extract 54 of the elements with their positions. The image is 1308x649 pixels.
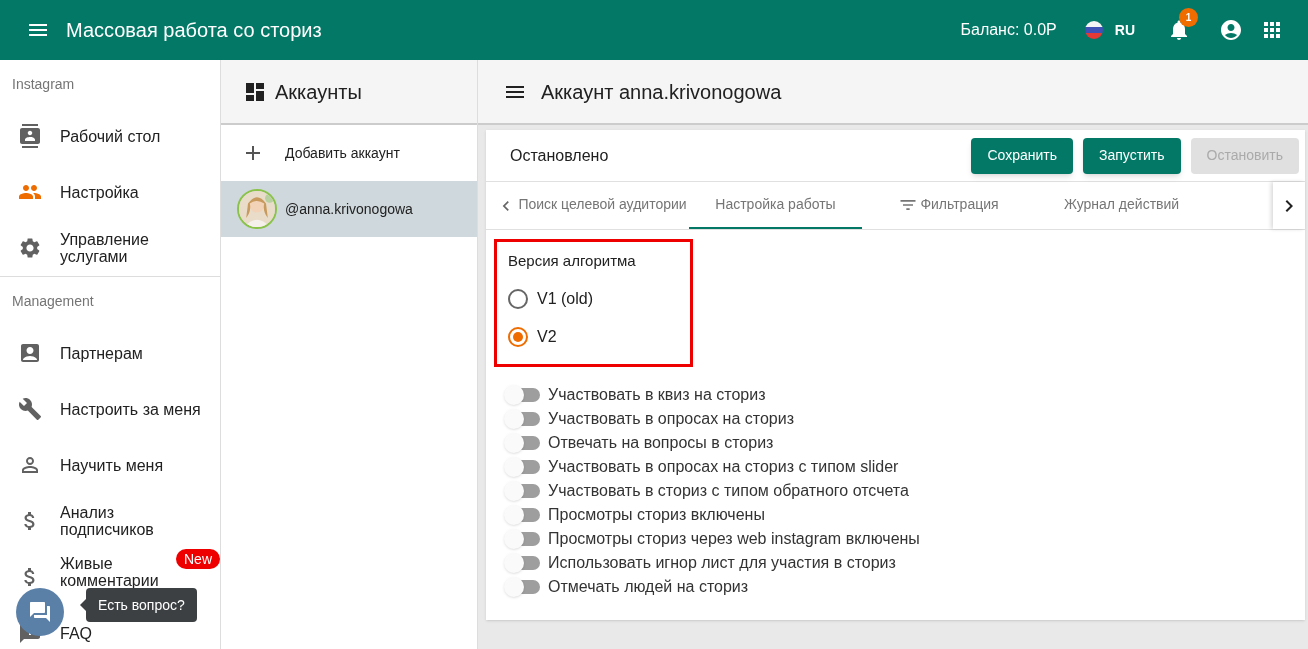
account-title: Аккаунт anna.krivonogowa	[541, 79, 782, 105]
toggle-label: Участвовать в опросах на сториз	[548, 409, 794, 429]
toggle-switch[interactable]	[504, 385, 540, 405]
account-item[interactable]: @anna.krivonogowa	[221, 181, 477, 237]
new-badge: New	[176, 549, 220, 569]
radio-button[interactable]	[508, 326, 528, 347]
tab[interactable]: Поиск целевой аудитории	[516, 182, 689, 229]
toggle-switch[interactable]	[504, 409, 540, 429]
toggle-label: Отмечать людей на сториз	[548, 577, 749, 597]
toggle-switch[interactable]	[504, 553, 540, 573]
sidebar-label: Живые комментарии	[60, 555, 160, 589]
toggle-switch[interactable]	[504, 433, 540, 453]
toggle-label: Просмотры сториз через web instagram включены	[548, 529, 920, 549]
chat-tooltip: Есть вопрос?	[86, 588, 197, 622]
sidebar-label: Настроить за меня	[60, 400, 202, 418]
toggle-label: Отвечать на вопросы в сториз	[548, 433, 774, 453]
tab[interactable]: Настройка работы	[689, 182, 862, 229]
account-icon[interactable]	[1219, 18, 1243, 42]
sidebar-label: FAQ	[60, 624, 93, 642]
section-title: Instagram	[11, 74, 76, 94]
account-handle: @anna.krivonogowa	[285, 199, 413, 219]
status-text: Остановлено	[510, 145, 610, 166]
radio-button[interactable]	[508, 288, 528, 309]
radio-label: V1 (old)	[537, 288, 594, 309]
flag-icon[interactable]	[1084, 21, 1103, 39]
sidebar-label: Рабочий стол	[60, 127, 162, 145]
section-title: Management	[11, 291, 95, 311]
toggle-switch[interactable]	[504, 481, 540, 501]
toggle-switch[interactable]	[504, 457, 540, 477]
sidebar-label: Анализ подписчиков	[60, 504, 155, 538]
toggle-label: Просмотры сториз включены	[548, 505, 765, 525]
toggle-label: Использовать игнор лист для участия в сториз	[548, 553, 896, 573]
toggle-label: Участвовать в опросах на сториз с типом slider	[548, 457, 899, 477]
tab[interactable]: Фильтрация	[862, 182, 1035, 229]
action-button[interactable]: Запустить	[1082, 137, 1181, 174]
sidebar-label: Партнерам	[60, 344, 144, 362]
app-title: Массовая работа со сториз	[66, 18, 322, 43]
toggle-switch[interactable]	[504, 529, 540, 549]
notification-badge: 1	[1179, 8, 1198, 27]
chat-icon	[28, 600, 52, 624]
algorithm-title: Версия алгоритма	[508, 251, 637, 271]
toggle-label: Участвовать в квиз на сториз	[548, 385, 766, 405]
accounts-title: Аккаунты	[275, 79, 362, 105]
sidebar-label: Управление услугами	[60, 231, 150, 265]
sidebar-label: Настройка	[60, 183, 140, 201]
toggle-switch[interactable]	[504, 577, 540, 597]
radio-label: V2	[537, 326, 557, 347]
toggle-switch[interactable]	[504, 505, 540, 525]
action-button[interactable]: Сохранить	[971, 137, 1073, 174]
toggle-label: Участвовать в сториз с типом обратного отсчета	[548, 481, 909, 501]
sidebar-label: Научить меня	[60, 456, 165, 474]
language-code[interactable]: RU	[1114, 19, 1135, 41]
tab[interactable]: Журнал действий	[1035, 182, 1208, 229]
balance-text: Баланс: 0.0Р	[960, 20, 1057, 40]
